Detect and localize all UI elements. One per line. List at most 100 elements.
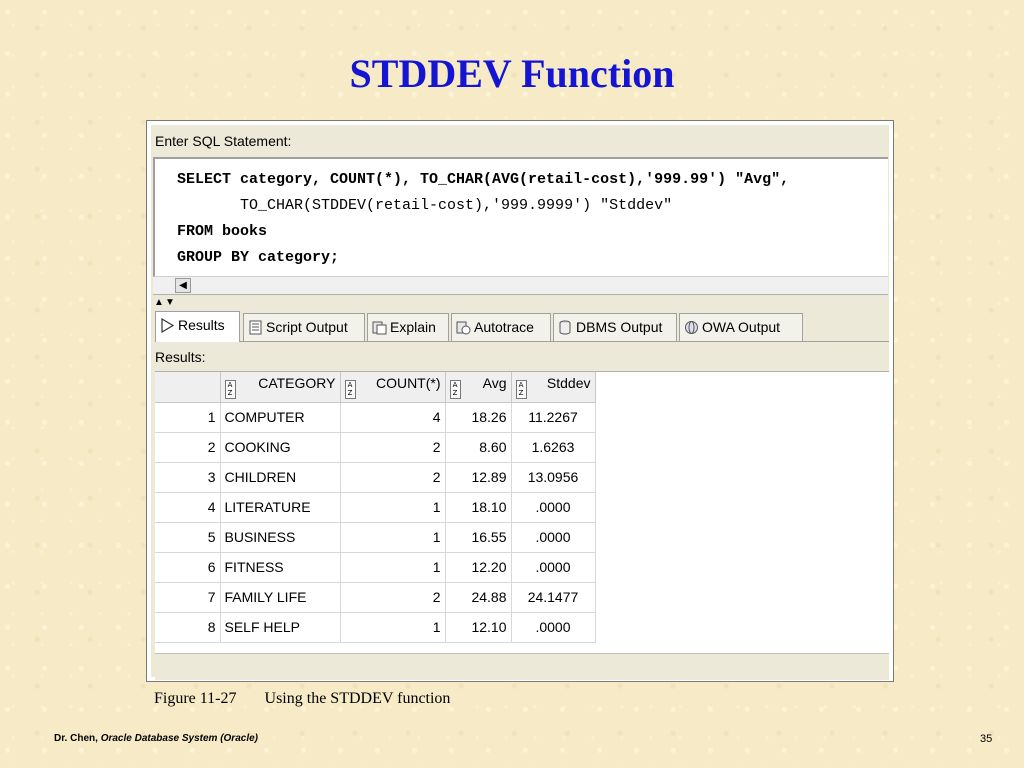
- column-header-category[interactable]: A Z CATEGORY: [220, 372, 341, 403]
- tab-explain[interactable]: Explain: [367, 313, 449, 341]
- figure-caption: Figure 11-27 Using the STDDEV function: [154, 690, 450, 708]
- cell-count[interactable]: 2: [340, 432, 446, 463]
- cell-stddev[interactable]: .0000: [511, 522, 596, 553]
- cell-count[interactable]: 1: [340, 612, 446, 643]
- tab-autotrace[interactable]: Autotrace: [451, 313, 551, 341]
- sql-line-4: GROUP BY category;: [177, 249, 339, 266]
- worksheet-panel: Enter SQL Statement: SELECT category, CO…: [151, 125, 891, 680]
- cell-count[interactable]: 2: [340, 462, 446, 493]
- cell-category[interactable]: CHILDREN: [220, 462, 341, 493]
- scroll-left-arrow-icon[interactable]: ◀: [175, 278, 191, 293]
- cell-avg[interactable]: 8.60: [445, 432, 512, 463]
- cell-avg[interactable]: 18.10: [445, 492, 512, 523]
- cell-stddev[interactable]: 24.1477: [511, 582, 596, 613]
- figure-caption-text: Using the STDDEV function: [264, 690, 451, 707]
- owa-output-icon: [685, 321, 698, 334]
- column-header-stddev-label: Stddev: [546, 374, 591, 391]
- sort-az-icon[interactable]: AZ: [515, 379, 527, 399]
- autotrace-icon: [456, 321, 471, 335]
- cell-category[interactable]: COMPUTER: [220, 402, 341, 433]
- cell-stddev[interactable]: 13.0956: [511, 462, 596, 493]
- tab-dbms-output[interactable]: DBMS Output: [553, 313, 677, 341]
- sort-az-icon[interactable]: AZ: [224, 379, 236, 399]
- table-row[interactable]: 2 COOKING 2 8.60 1.6263: [155, 432, 596, 463]
- cell-stddev[interactable]: 11.2267: [511, 402, 596, 433]
- cell-category[interactable]: FITNESS: [220, 552, 341, 583]
- results-header-row: A Z CATEGORY A Z COUNT(*) A Z Avg A Z Stddev: [155, 372, 596, 403]
- results-table: A Z CATEGORY A Z COUNT(*) A Z Avg A Z Stddev 1 CO…: [155, 372, 596, 643]
- page-number: 35: [980, 733, 993, 745]
- tab-script-output[interactable]: Script Output: [243, 313, 365, 341]
- results-arrow-icon: [161, 318, 175, 333]
- splitter-up-arrow-icon[interactable]: ▲: [154, 297, 164, 308]
- cell-category[interactable]: LITERATURE: [220, 492, 341, 523]
- sql-statement-label: Enter SQL Statement:: [155, 133, 292, 149]
- cell-count[interactable]: 4: [340, 402, 446, 433]
- cell-avg[interactable]: 16.55: [445, 522, 512, 553]
- tab-autotrace-label: Autotrace: [474, 319, 534, 335]
- tab-owa-output[interactable]: OWA Output: [679, 313, 803, 341]
- tab-results[interactable]: Results: [155, 311, 240, 342]
- cell-stddev[interactable]: .0000: [511, 492, 596, 523]
- table-row[interactable]: 4 LITERATURE 1 18.10.0000: [155, 492, 596, 523]
- results-bottom-bar: [155, 653, 889, 680]
- cell-category[interactable]: SELF HELP: [220, 612, 341, 643]
- tab-dbms-output-label: DBMS Output: [576, 319, 663, 335]
- slide-title: STDDEV Function: [349, 51, 675, 96]
- sort-az-icon[interactable]: AZ: [344, 379, 356, 399]
- cell-count[interactable]: 2: [340, 582, 446, 613]
- row-number: 4: [155, 492, 221, 523]
- footer-author: Dr. Chen,: [54, 733, 98, 744]
- cell-avg[interactable]: 12.89: [445, 462, 512, 493]
- column-header-category-label: CATEGORY: [258, 374, 336, 391]
- row-number: 6: [155, 552, 221, 583]
- sql-editor[interactable]: SELECT category, COUNT(*), TO_CHAR(AVG(r…: [153, 157, 888, 277]
- cell-category[interactable]: BUSINESS: [220, 522, 341, 553]
- cell-avg[interactable]: 24.88: [445, 582, 512, 613]
- row-number: 2: [155, 432, 221, 463]
- tab-owa-output-label: OWA Output: [702, 319, 781, 335]
- panel-splitter[interactable]: ▲ ▼: [151, 297, 891, 311]
- column-header-count-label: COUNT(*): [375, 374, 441, 391]
- footer-course: Oracle Database System (Oracle): [100, 733, 258, 744]
- sql-developer-window: Enter SQL Statement: SELECT category, CO…: [146, 120, 894, 682]
- cell-stddev[interactable]: 1.6263: [511, 432, 596, 463]
- sort-az-icon[interactable]: AZ: [449, 379, 461, 399]
- column-header-avg-label: Avg: [482, 374, 507, 391]
- cell-stddev[interactable]: .0000: [511, 612, 596, 643]
- explain-icon: [372, 321, 387, 335]
- sql-line-1: SELECT category, COUNT(*), TO_CHAR(AVG(r…: [177, 171, 789, 188]
- results-label: Results:: [155, 349, 206, 365]
- cell-stddev[interactable]: .0000: [511, 552, 596, 583]
- slide-footer: Dr. Chen, Oracle Database System (Oracle…: [54, 733, 258, 744]
- cell-count[interactable]: 1: [340, 492, 446, 523]
- table-row[interactable]: 5 BUSINESS 1 16.55.0000: [155, 522, 596, 553]
- cell-category[interactable]: FAMILY LIFE: [220, 582, 341, 613]
- table-row[interactable]: 3 CHILDREN 2 12.89 13.0956: [155, 462, 596, 493]
- editor-horizontal-scrollbar[interactable]: ◀: [153, 277, 888, 295]
- column-header-avg[interactable]: A Z Avg: [445, 372, 512, 403]
- sql-line-2-text: TO_CHAR(STDDEV(retail-cost),'999.9999') …: [177, 197, 673, 214]
- table-row[interactable]: 7 FAMILY LIFE 2 24.88 24.1477: [155, 582, 596, 613]
- row-number: 5: [155, 522, 221, 553]
- table-row[interactable]: 1 COMPUTER 4 18.26 11.2267: [155, 402, 596, 433]
- splitter-down-arrow-icon[interactable]: ▼: [165, 297, 175, 308]
- cell-avg[interactable]: 12.10: [445, 612, 512, 643]
- cell-category[interactable]: COOKING: [220, 432, 341, 463]
- tab-explain-label: Explain: [390, 319, 436, 335]
- cell-count[interactable]: 1: [340, 522, 446, 553]
- row-number: 7: [155, 582, 221, 613]
- output-tabs: Results Script Output Explain Autotrace …: [155, 311, 889, 342]
- table-row[interactable]: 8 SELF HELP 1 12.10.0000: [155, 612, 596, 643]
- table-row[interactable]: 6 FITNESS 1 12.20.0000: [155, 552, 596, 583]
- sql-line-3-text: FROM books: [177, 223, 268, 240]
- column-header-stddev[interactable]: A Z Stddev: [511, 372, 596, 403]
- tab-results-label: Results: [178, 317, 225, 333]
- dbms-output-icon: [559, 320, 571, 335]
- column-header-count[interactable]: A Z COUNT(*): [340, 372, 446, 403]
- row-number-header: [155, 372, 221, 403]
- cell-avg[interactable]: 18.26: [445, 402, 512, 433]
- tab-script-output-label: Script Output: [266, 319, 348, 335]
- cell-count[interactable]: 1: [340, 552, 446, 583]
- cell-avg[interactable]: 12.20: [445, 552, 512, 583]
